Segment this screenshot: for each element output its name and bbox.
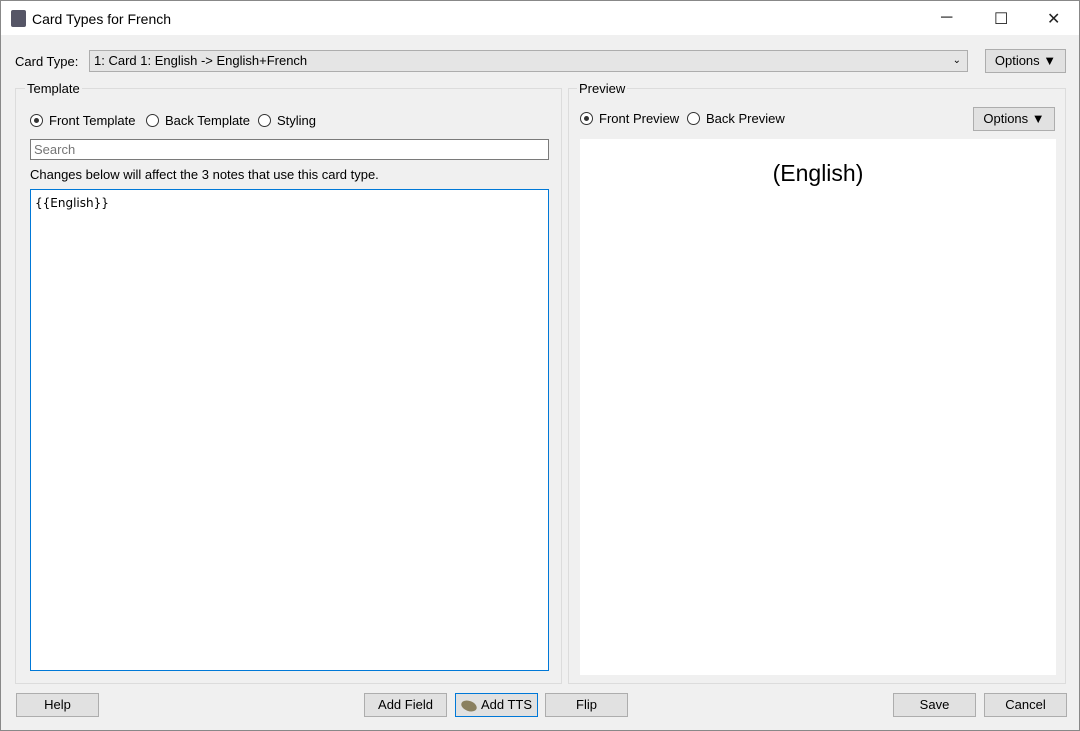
radio-icon xyxy=(258,114,271,127)
radio-selected-icon xyxy=(30,114,43,127)
radio-label: Back Preview xyxy=(706,111,785,126)
card-type-options-button[interactable]: Options ▼ xyxy=(985,49,1066,73)
front-template-radio[interactable]: Front Template xyxy=(30,113,135,128)
card-type-value: 1: Card 1: English -> English+French xyxy=(94,53,307,68)
styling-radio[interactable]: Styling xyxy=(258,113,316,128)
preview-group-label: Preview xyxy=(577,81,627,96)
app-icon xyxy=(11,10,26,27)
back-preview-radio[interactable]: Back Preview xyxy=(687,111,785,126)
save-button[interactable]: Save xyxy=(893,693,976,717)
chevron-down-icon: ⌄ xyxy=(953,51,961,71)
radio-label: Styling xyxy=(277,113,316,128)
radio-selected-icon xyxy=(580,112,593,125)
minimize-button[interactable]: ─ xyxy=(941,9,952,27)
radio-label: Front Template xyxy=(49,113,135,128)
template-info-text: Changes below will affect the 3 notes th… xyxy=(30,167,379,182)
add-field-button[interactable]: Add Field xyxy=(364,693,447,717)
preview-content: (English) xyxy=(773,160,864,186)
preview-pane: (English) xyxy=(580,139,1056,675)
card-type-label: Card Type: xyxy=(15,54,78,69)
flip-button[interactable]: Flip xyxy=(545,693,628,717)
maximize-button[interactable]: ☐ xyxy=(994,9,1008,29)
window-title: Card Types for French xyxy=(32,11,171,27)
cancel-button[interactable]: Cancel xyxy=(984,693,1067,717)
speaker-icon xyxy=(460,698,478,713)
radio-label: Front Preview xyxy=(599,111,679,126)
help-button[interactable]: Help xyxy=(16,693,99,717)
front-preview-radio[interactable]: Front Preview xyxy=(580,111,679,126)
add-tts-button[interactable]: Add TTS xyxy=(455,693,538,717)
editor-content: {{English}} xyxy=(35,196,109,210)
back-template-radio[interactable]: Back Template xyxy=(146,113,250,128)
template-group-label: Template xyxy=(25,81,82,96)
radio-icon xyxy=(146,114,159,127)
close-button[interactable]: ✕ xyxy=(1047,9,1060,29)
card-type-select[interactable]: 1: Card 1: English -> English+French ⌄ xyxy=(89,50,968,72)
radio-label: Back Template xyxy=(165,113,250,128)
preview-options-button[interactable]: Options ▼ xyxy=(973,107,1055,131)
search-input[interactable] xyxy=(30,139,549,160)
radio-icon xyxy=(687,112,700,125)
add-tts-label: Add TTS xyxy=(481,697,532,712)
template-editor[interactable]: {{English}} xyxy=(30,189,549,671)
